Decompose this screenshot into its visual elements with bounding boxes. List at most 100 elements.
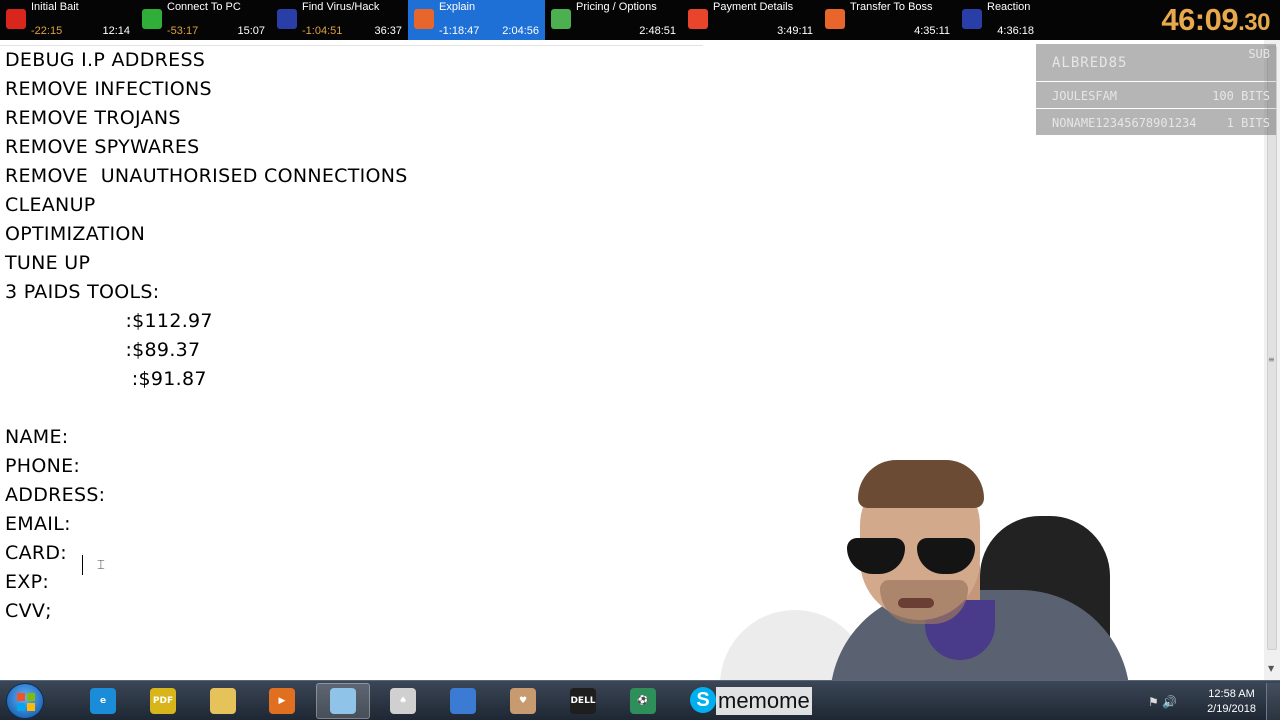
scrollbar-thumb[interactable] <box>1267 46 1277 650</box>
text-cursor-icon: ⌶ <box>97 558 105 573</box>
document-line: 3 PAIDS TOOLS: <box>5 281 160 303</box>
split-4: Explain -1:18:47 2:04:56 <box>408 0 545 40</box>
money-icon <box>551 9 571 29</box>
document-line: CLEANUP <box>5 194 96 216</box>
show-desktop-button[interactable] <box>1266 683 1280 720</box>
flag-icon <box>6 9 26 29</box>
taskbar-app-button[interactable] <box>316 683 370 719</box>
split-delta: -22:15 <box>31 25 63 37</box>
split-name: Pricing / Options <box>576 1 657 13</box>
skype-icon[interactable]: S <box>690 687 716 713</box>
document-line: NAME: <box>5 426 69 448</box>
taskbar-app-button[interactable]: ▶ <box>255 683 309 719</box>
folder-icon <box>210 688 236 714</box>
document-line: CVV; <box>5 600 52 622</box>
document-line: CARD: <box>5 542 67 564</box>
solitaire-icon: ♠ <box>390 688 416 714</box>
split-name: Payment Details <box>713 1 794 13</box>
hair <box>858 460 984 508</box>
split-name: Explain <box>439 1 476 13</box>
alert-row-subscriber: ALBRED85 SUB <box>1036 44 1276 81</box>
webcam-overlay <box>710 460 1150 682</box>
tray-icons[interactable]: ⚑ 🔊 <box>1148 695 1177 709</box>
windows-logo-icon <box>17 693 35 711</box>
word-doc-icon <box>450 688 476 714</box>
taskbar-app-button[interactable]: ♥ <box>496 683 550 719</box>
alert-row: JOULESFAM 100 BITS <box>1036 82 1276 108</box>
document-line: EXP: <box>5 571 50 593</box>
document-line: REMOVE UNAUTHORISED CONNECTIONS <box>5 165 408 187</box>
taskbar-app-button[interactable]: e <box>76 683 130 719</box>
timer-main: 46:09 <box>1161 2 1239 37</box>
system-tray: ⚑ 🔊 12:58 AM 2/19/2018 <box>1140 683 1280 720</box>
pdf-icon: PDF <box>150 688 176 714</box>
taskbar-app-button[interactable] <box>436 683 490 719</box>
soccer-icon: ⚽ <box>630 688 656 714</box>
clock[interactable]: 12:58 AM 2/19/2018 <box>1207 687 1256 717</box>
scroll-down-arrow-icon[interactable]: ▼ <box>1268 664 1274 673</box>
stream-alerts-panel: ALBRED85 SUB JOULESFAM 100 BITS NONAME1234… <box>1036 44 1276 136</box>
speedrun-splits-bar: Initial Bait -22:15 12:14 Connect To PC -53:… <box>0 0 1280 40</box>
document-line: ADDRESS: <box>5 484 106 506</box>
scrollbar-grip-icon: ≡ <box>1268 355 1275 364</box>
alert-name: JOULESFAM <box>1052 89 1118 103</box>
split-6: Payment Details 3:49:11 <box>682 0 819 40</box>
dell-icon: DELL <box>570 688 596 714</box>
start-button[interactable] <box>6 683 44 719</box>
split-7: Transfer To Boss 4:35:11 <box>819 0 956 40</box>
face-icon <box>962 9 982 29</box>
document-line: REMOVE SPYWARES <box>5 136 200 158</box>
document-line: TUNE UP <box>5 252 91 274</box>
split-name: Initial Bait <box>31 1 79 13</box>
split-delta: -1:04:51 <box>302 25 343 37</box>
virus-icon <box>277 9 297 29</box>
document-line: :$112.97 <box>5 310 213 332</box>
split-3: Find Virus/Hack -1:04:51 36:37 <box>271 0 408 40</box>
clock-time: 12:58 AM <box>1208 688 1255 700</box>
split-8: Reaction 4:36:18 <box>956 0 1040 40</box>
split-name: Find Virus/Hack <box>302 1 380 13</box>
envelope-icon <box>414 9 434 29</box>
document-line: :$91.87 <box>5 368 207 390</box>
document-line: DEBUG I.P ADDRESS <box>5 49 206 71</box>
split-1: Initial Bait -22:15 12:14 <box>0 0 136 40</box>
document-line: EMAIL: <box>5 513 71 535</box>
split-time: 12:14 <box>102 25 130 37</box>
clock-date: 2/19/2018 <box>1207 703 1256 715</box>
taskbar-app-button[interactable]: DELL <box>556 683 610 719</box>
cards-game-icon: ♥ <box>510 688 536 714</box>
split-time: 2:48:51 <box>639 25 676 37</box>
notepad-icon <box>330 688 356 714</box>
right-lens <box>917 538 975 574</box>
alert-row: NONAME12345678901234 1 BITS <box>1036 109 1276 135</box>
document-line: REMOVE INFECTIONS <box>5 78 212 100</box>
watermark-text: memome <box>716 687 812 715</box>
left-lens <box>847 538 905 574</box>
taskbar-app-button[interactable]: ⚽ <box>616 683 670 719</box>
split-5: Pricing / Options 2:48:51 <box>545 0 682 40</box>
document-line: REMOVE TROJANS <box>5 107 181 129</box>
divider <box>0 45 703 46</box>
split-time: 3:49:11 <box>777 25 813 37</box>
fire-icon <box>688 9 708 29</box>
sunglasses <box>847 538 979 578</box>
mouth <box>898 598 934 608</box>
split-delta: -53:17 <box>167 25 199 37</box>
split-time: 36:37 <box>374 25 402 37</box>
envelope-icon <box>825 9 845 29</box>
taskbar-app-button[interactable] <box>196 683 250 719</box>
alert-value: 100 BITS <box>1212 89 1270 103</box>
document-line: OPTIMIZATION <box>5 223 146 245</box>
taskbar-app-button[interactable]: PDF <box>136 683 190 719</box>
split-name: Transfer To Boss <box>850 1 933 13</box>
vertical-scrollbar[interactable]: ≡ ▼ <box>1264 40 1280 680</box>
media-player-icon: ▶ <box>269 688 295 714</box>
timer-fraction: .30 <box>1238 9 1270 36</box>
document-line: PHONE: <box>5 455 81 477</box>
split-delta: -1:18:47 <box>439 25 480 37</box>
split-name: Reaction <box>987 1 1031 13</box>
taskbar-app-button[interactable]: ♠ <box>376 683 430 719</box>
internet-explorer-icon: e <box>90 688 116 714</box>
alert-name: NONAME12345678901234 <box>1052 116 1197 130</box>
document-line: :$89.37 <box>5 339 201 361</box>
